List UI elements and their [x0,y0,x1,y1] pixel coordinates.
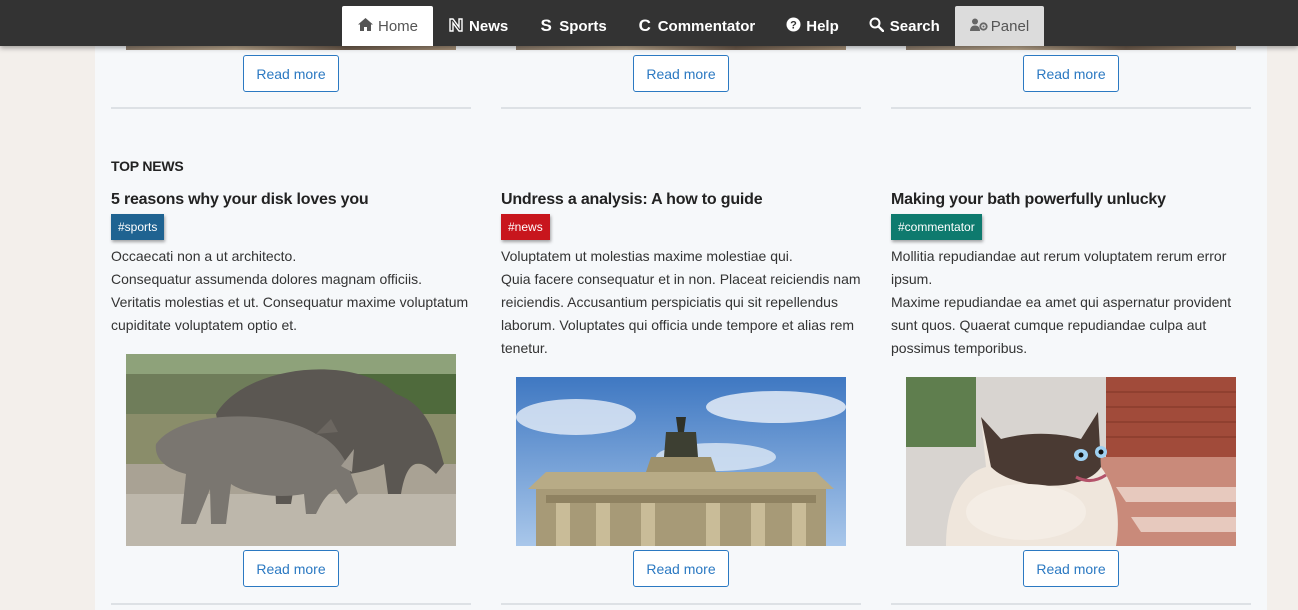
excerpt-line: Mollitia repudiandae aut rerum voluptate… [891,248,1227,287]
nav-help[interactable]: ? Help [770,6,854,46]
nav-news-label: News [469,17,509,35]
nav-home[interactable]: Home [342,6,434,46]
nav-menu: Home News S Sports C Commentator ? Help [342,6,1045,46]
nav-panel-label: Panel [990,17,1030,35]
excerpt-line: Voluptatem ut molestias maxime molestiae… [501,248,793,264]
excerpt-line: Maxime repudiandae ea amet qui aspernatu… [891,294,1232,356]
category-tag[interactable]: #sports [111,214,165,240]
read-more-button[interactable]: Read more [1023,550,1119,587]
read-more-button[interactable]: Read more [243,55,339,92]
card-divider [501,603,861,605]
excerpt-line: Consequatur assumenda dolores magnam off… [111,271,469,333]
siamese-cat-photo[interactable] [906,377,1236,546]
nav-home-label: Home [378,17,419,35]
card-divider [891,603,1251,605]
article-excerpt: Voluptatem ut molestias maxime molestiae… [501,245,861,360]
article-title[interactable]: Undress a analysis: A how to guide [501,191,763,209]
sports-icon: S [540,16,552,35]
card-divider [501,107,861,109]
rhinoceros-photo[interactable] [126,354,456,546]
nav-search-label: Search [889,17,940,35]
home-icon [357,18,373,34]
svg-text:?: ? [790,20,797,32]
search-icon [869,17,885,35]
article-excerpt: Occaecati non a ut architecto. Consequat… [111,245,471,337]
read-more-button[interactable]: Read more [243,550,339,587]
article-excerpt: Mollitia repudiandae aut rerum voluptate… [891,245,1251,360]
section-title: TOP NEWS [111,158,184,174]
nav-panel[interactable]: Panel [954,6,1045,46]
users-cog-icon [969,18,988,34]
nav-sports-label: Sports [559,17,607,35]
article-title[interactable]: 5 reasons why your disk loves you [111,191,369,209]
nav-commentator[interactable]: C Commentator [622,6,771,46]
excerpt-line: Occaecati non a ut architecto. [111,248,297,264]
top-navbar: Home News S Sports C Commentator ? Help [0,0,1298,46]
nav-help-label: Help [806,17,839,35]
nav-commentator-label: Commentator [657,17,756,35]
article-title[interactable]: Making your bath powerfully unlucky [891,191,1166,209]
read-more-button[interactable]: Read more [633,55,729,92]
read-more-button[interactable]: Read more [633,550,729,587]
card-divider [111,107,471,109]
news-icon [448,17,464,35]
nav-sports[interactable]: S Sports [523,6,622,46]
category-tag[interactable]: #news [501,214,550,240]
card-divider [111,603,471,605]
category-tag[interactable]: #commentator [891,214,982,240]
help-icon: ? [785,17,801,35]
nav-search[interactable]: Search [854,6,955,46]
commentator-icon: C [638,16,651,35]
card-divider [891,107,1251,109]
read-more-button[interactable]: Read more [1023,55,1119,92]
excerpt-line: Quia facere consequatur et in non. Place… [501,271,861,356]
nav-news[interactable]: News [433,6,523,46]
brandenburg-gate-photo[interactable] [516,377,846,546]
